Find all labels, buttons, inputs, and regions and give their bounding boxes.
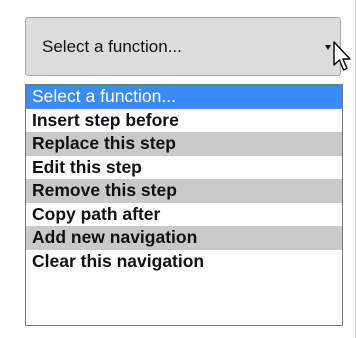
option-remove-this-step[interactable]: Remove this step bbox=[26, 179, 342, 203]
option-replace-this-step[interactable]: Replace this step bbox=[26, 132, 342, 156]
option-clear-this-navigation[interactable]: Clear this navigation bbox=[26, 250, 342, 274]
mouse-pointer-icon bbox=[333, 41, 351, 71]
screenshot-frame: Select a function... Select a function..… bbox=[0, 0, 356, 338]
caret-down-icon bbox=[325, 45, 331, 50]
function-dropdown-list: Select a function... Insert step before … bbox=[25, 84, 343, 326]
function-select-value: Select a function... bbox=[42, 37, 182, 56]
option-insert-step-before[interactable]: Insert step before bbox=[26, 109, 342, 133]
option-select-a-function[interactable]: Select a function... bbox=[26, 85, 342, 109]
option-add-new-navigation[interactable]: Add new navigation bbox=[26, 226, 342, 250]
function-select[interactable]: Select a function... bbox=[25, 17, 341, 76]
option-edit-this-step[interactable]: Edit this step bbox=[26, 156, 342, 180]
option-copy-path-after[interactable]: Copy path after bbox=[26, 203, 342, 227]
